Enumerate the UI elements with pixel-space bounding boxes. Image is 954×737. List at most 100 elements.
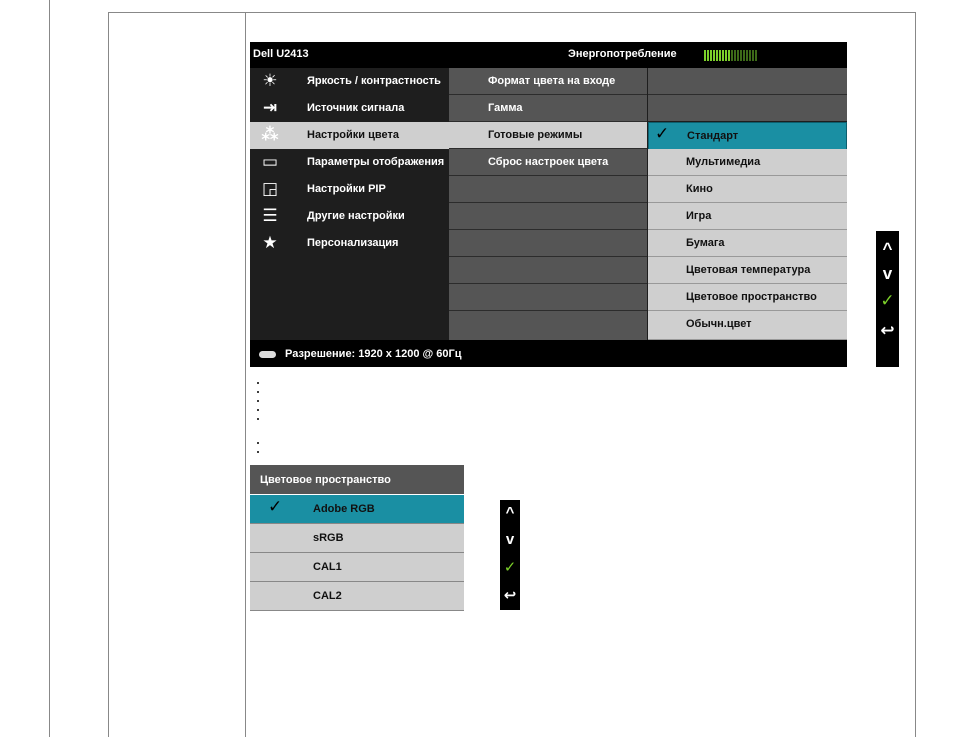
power-meter-segment [704, 50, 706, 61]
menu-item-label: Параметры отображения [307, 156, 445, 168]
submenu-empty-row [449, 176, 647, 203]
preset-mode-color-space[interactable]: Цветовое пространство [648, 284, 847, 311]
power-meter-segment [731, 50, 733, 61]
ok-check-icon[interactable]: ✓ [500, 558, 520, 578]
power-meter-segment [752, 50, 754, 61]
submenu-empty-row [449, 311, 647, 340]
submenu-item-label: Формат цвета на входе [488, 75, 616, 87]
color-space-title: Цветовое пространство [260, 474, 391, 486]
submenu-item-label: Гамма [488, 102, 523, 114]
color-space-option-cal2[interactable]: CAL2 [250, 582, 464, 611]
menu-item-personalize[interactable]: ★ Персонализация [250, 230, 449, 257]
preset-mode-standard[interactable]: ✓ Стандарт [648, 122, 847, 150]
power-meter-segment [728, 50, 730, 61]
power-consumption-label: Энергопотребление [568, 48, 677, 60]
display-settings-icon: ▭ [261, 152, 279, 171]
color-space-option-cal1[interactable]: CAL1 [250, 553, 464, 582]
color-space-option-label: CAL1 [313, 561, 342, 573]
down-arrow-icon[interactable]: v [876, 264, 899, 284]
power-meter-segment [719, 50, 721, 61]
preset-mode-label: Цветовая температура [686, 264, 811, 276]
check-icon: ✓ [655, 124, 670, 143]
osd-header: Dell U2413 Энергопотребление [250, 42, 847, 68]
preset-mode-custom-color[interactable]: Обычн.цвет [648, 311, 847, 340]
back-arrow-icon[interactable]: ↩ [500, 586, 520, 606]
menu-item-display-settings[interactable]: ▭ Параметры отображения [250, 149, 449, 176]
color-space-option-adobe-rgb[interactable]: ✓ Adobe RGB [250, 495, 464, 524]
osd-main-menu: Dell U2413 Энергопотребление ☀ Яркость /… [250, 42, 847, 367]
power-meter-segment [743, 50, 745, 61]
menu-item-label: Персонализация [307, 237, 399, 249]
resolution-text: Разрешение: 1920 x 1200 @ 60Гц [285, 348, 462, 360]
menu-item-label: Настройки PIP [307, 183, 386, 195]
ellipsis-dot [257, 418, 259, 420]
ellipsis-dot [257, 409, 259, 411]
menu-item-label: Настройки цвета [307, 129, 399, 141]
up-arrow-icon[interactable]: ^ [500, 503, 520, 523]
input-source-icon: ⇥ [262, 98, 278, 117]
other-settings-icon: ☰ [262, 206, 278, 225]
down-arrow-icon[interactable]: v [500, 530, 520, 550]
submenu-item-label: Готовые режимы [488, 129, 583, 141]
preset-mode-color-temperature[interactable]: Цветовая температура [648, 257, 847, 284]
brightness-contrast-icon: ☀ [262, 71, 278, 90]
power-meter-segment [707, 50, 709, 61]
power-meter-segment [749, 50, 751, 61]
submenu-right-empty [648, 68, 847, 121]
menu-item-input-source[interactable]: ⇥ Источник сигнала [250, 95, 449, 122]
ellipsis-dot [257, 442, 259, 444]
submenu-empty-row [449, 230, 647, 257]
preset-mode-label: Стандарт [687, 130, 739, 142]
submenu-item-reset-color[interactable]: Сброс настроек цвета [449, 149, 647, 176]
power-meter-segment [716, 50, 718, 61]
power-meter-segment [734, 50, 736, 61]
submenu-item-gamma[interactable]: Гамма [449, 95, 647, 122]
preset-mode-label: Цветовое пространство [686, 291, 817, 303]
power-meter-segment [713, 50, 715, 61]
preset-mode-game[interactable]: Игра [648, 203, 847, 230]
color-space-option-label: Adobe RGB [313, 503, 375, 515]
menu-item-other-settings[interactable]: ☰ Другие настройки [250, 203, 449, 230]
menu-item-color-settings[interactable]: ⁂ Настройки цвета [250, 122, 449, 149]
preset-mode-label: Кино [686, 183, 713, 195]
ellipsis-dot [257, 382, 259, 384]
back-arrow-icon[interactable]: ↩ [876, 321, 899, 341]
monitor-button-strip-small: ^ v ✓ ↩ [500, 500, 520, 610]
frame-line-top [108, 12, 916, 13]
frame-line-3 [245, 12, 246, 737]
preset-mode-label: Обычн.цвет [686, 318, 752, 330]
frame-line-left [49, 0, 50, 737]
menu-item-label: Другие настройки [307, 210, 405, 222]
ellipsis-dot [257, 400, 259, 402]
power-meter-segment [710, 50, 712, 61]
submenu-item-preset-modes[interactable]: Готовые режимы [449, 122, 647, 149]
power-meter-segment [740, 50, 742, 61]
frame-line-2 [108, 12, 109, 737]
color-space-option-srgb[interactable]: sRGB [250, 524, 464, 553]
preset-mode-label: Бумага [686, 237, 725, 249]
main-menu-list: ☀ Яркость / контрастность ⇥ Источник сиг… [250, 68, 449, 340]
power-meter-segment [725, 50, 727, 61]
submenu-item-input-color-format[interactable]: Формат цвета на входе [449, 68, 647, 95]
preset-mode-label: Игра [686, 210, 712, 222]
up-arrow-icon[interactable]: ^ [876, 239, 899, 259]
color-settings-icon: ⁂ [261, 125, 279, 144]
preset-mode-movie[interactable]: Кино [648, 176, 847, 203]
monitor-model: Dell U2413 [253, 48, 309, 60]
resolution-icon [259, 351, 276, 358]
preset-mode-multimedia[interactable]: Мультимедиа [648, 149, 847, 176]
preset-mode-label: Мультимедиа [686, 156, 761, 168]
preset-mode-paper[interactable]: Бумага [648, 230, 847, 257]
menu-item-label: Источник сигнала [307, 102, 405, 114]
pip-settings-icon: ◲ [261, 179, 279, 198]
power-meter-segment [737, 50, 739, 61]
menu-item-pip-settings[interactable]: ◲ Настройки PIP [250, 176, 449, 203]
color-space-header: Цветовое пространство [250, 465, 464, 494]
ok-check-icon[interactable]: ✓ [876, 291, 899, 311]
menu-item-label: Яркость / контрастность [307, 75, 441, 87]
power-meter-segment [755, 50, 757, 61]
power-meter-segment [746, 50, 748, 61]
submenu-empty-row [449, 257, 647, 284]
power-meter-segment [722, 50, 724, 61]
menu-item-brightness[interactable]: ☀ Яркость / контрастность [250, 68, 449, 95]
